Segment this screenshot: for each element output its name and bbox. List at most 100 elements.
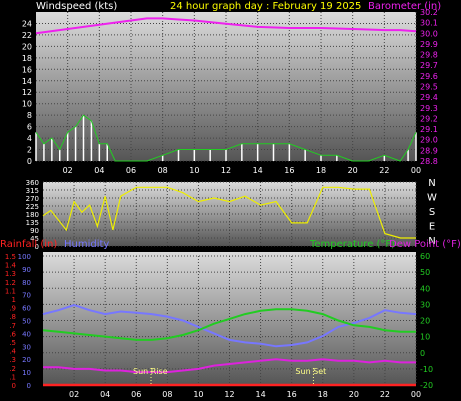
time-tick-label: 22 [379, 166, 389, 175]
time-tick-label: 10 [189, 166, 199, 175]
barometer-tick-label: 30.0 [420, 29, 438, 38]
rainfall-tick-label: .8 [9, 313, 16, 321]
humidity-tick-label: 30 [22, 343, 31, 351]
time-tick-label: 08 [158, 166, 168, 175]
barometer-tick-label: 29.3 [420, 104, 438, 113]
windspeed-tick-label: 16 [22, 65, 32, 74]
rainfall-tick-label: 1 [12, 296, 16, 304]
barometer-tick-label: 29.2 [420, 114, 438, 123]
time-tick-label: 16 [287, 390, 297, 399]
rainfall-tick-label: .3 [9, 356, 16, 364]
graph-title: 24 hour graph day : February 19 2025 [170, 1, 361, 12]
rainfall-tick-label: 0 [12, 382, 16, 390]
compass-label: W [427, 193, 437, 204]
rainfall-tick-label: 1.2 [5, 279, 16, 287]
time-tick-label: 08 [162, 390, 172, 399]
temperature-tick-label: 20 [420, 317, 430, 326]
time-tick-label: 04 [94, 166, 104, 175]
windspeed-tick-label: 20 [22, 42, 32, 51]
direction-tick-label: 225 [26, 203, 39, 211]
barometer-tick-label: 29.7 [420, 61, 438, 70]
rainfall-tick-label: 1.1 [5, 287, 16, 295]
windspeed-ticks: 024681012141618202224 [22, 19, 32, 166]
windspeed-tick-label: 10 [22, 100, 32, 109]
time-tick-label: 20 [348, 166, 358, 175]
barometer-tick-label: 29.8 [420, 51, 438, 60]
temperature-tick-label: 40 [420, 284, 430, 293]
barometer-tick-label: 28.9 [420, 146, 438, 155]
dewpoint-axis-label: Dew Point (°F) [389, 239, 461, 250]
time-tick-label: 18 [318, 390, 328, 399]
rainfall-tick-label: .5 [9, 339, 16, 347]
time-tick-label: 06 [126, 166, 136, 175]
direction-tick-label: 135 [26, 219, 39, 227]
direction-tick-label: 180 [26, 211, 39, 219]
time-tick-label: 12 [221, 166, 231, 175]
temperature-tick-label: -10 [420, 365, 433, 374]
rainfall-tick-label: 1.4 [5, 262, 17, 270]
barometer-tick-label: 28.8 [420, 157, 438, 166]
time-tick-label: 00 [411, 166, 421, 175]
wind-barometer-panel: 024681012141618202224 28.828.929.029.129… [22, 8, 438, 175]
time-tick-label: 22 [380, 390, 390, 399]
humidity-tick-label: 20 [22, 356, 31, 364]
weather-graph-screen: Windspeed (kts) 24 hour graph day : Febr… [0, 0, 461, 401]
rainfall-axis-label: Rainfall (in) [0, 239, 57, 250]
time-tick-label: 14 [253, 166, 263, 175]
time-tick-label: 02 [69, 390, 79, 399]
humidity-tick-label: 80 [22, 279, 31, 287]
time-tick-label: 06 [131, 390, 141, 399]
windspeed-tick-label: 2 [27, 146, 32, 155]
humidity-tick-label: 0 [27, 382, 31, 390]
temperature-tick-label: 60 [420, 252, 430, 261]
temperature-tick-label: -20 [420, 381, 433, 390]
compass-labels: NWSEN [427, 178, 437, 247]
time-tick-label: 16 [284, 166, 294, 175]
rainfall-tick-label: .7 [9, 322, 16, 330]
temperature-tick-label: 30 [420, 300, 430, 309]
weather-chart: Windspeed (kts) 24 hour graph day : Febr… [0, 1, 461, 399]
humidity-tick-label: 10 [22, 369, 31, 377]
rainfall-tick-label: 1.5 [5, 253, 16, 261]
time-tick-label: 10 [193, 390, 203, 399]
direction-tick-label: 315 [26, 187, 39, 195]
temperature-tick-label: 10 [420, 333, 430, 342]
barometer-tick-label: 29.1 [420, 125, 438, 134]
time-tick-label: 00 [411, 390, 421, 399]
barometer-tick-label: 29.0 [420, 136, 438, 145]
barometer-tick-label: 29.9 [420, 40, 438, 49]
time-tick-label: 12 [224, 390, 234, 399]
rainfall-tick-label: .1 [9, 373, 16, 381]
windspeed-tick-label: 12 [22, 88, 32, 97]
compass-label: N [428, 178, 435, 189]
windspeed-tick-label: 4 [27, 134, 32, 143]
time-tick-label: 20 [349, 390, 359, 399]
windspeed-tick-label: 24 [22, 19, 32, 28]
windspeed-tick-label: 8 [27, 111, 32, 120]
humidity-axis-label: Humidity [64, 239, 109, 250]
windspeed-axis-label: Windspeed (kts) [36, 1, 117, 12]
barometer-tick-label: 29.4 [420, 93, 438, 102]
barometer-tick-label: 30.2 [420, 8, 438, 17]
time-tick-label: 14 [255, 390, 265, 399]
humidity-tick-label: 100 [18, 253, 31, 261]
rainfall-tick-label: .2 [9, 365, 16, 373]
temperature-tick-label: 0 [420, 349, 425, 358]
sunrise-label: Sun Rise [133, 367, 168, 376]
rainfall-tick-label: .9 [9, 305, 16, 313]
temperature-tick-label: 50 [420, 268, 430, 277]
direction-tick-label: 270 [26, 195, 39, 203]
rainfall-tick-label: .6 [9, 330, 16, 338]
humidity-ticks: 0 10 20 30 40 50 60 70 80 90 100 [18, 253, 31, 390]
barometer-tick-label: 29.5 [420, 83, 438, 92]
windspeed-tick-label: 22 [22, 31, 32, 40]
temperature-axis-label: Temperature (°F) [309, 239, 395, 250]
time-tick-label: 18 [316, 166, 326, 175]
temperature-humidity-panel: 0.1.2.3.4.5.6.7.8.911.11.21.31.41.5 0102… [5, 252, 433, 399]
direction-tick-label: 360 [26, 179, 39, 187]
compass-label: E [429, 222, 435, 233]
time-tick-label: 04 [100, 390, 110, 399]
barometer-tick-label: 29.6 [420, 72, 438, 81]
time-ticks-bottom: 02 04 06 08 10 12 14 16 18 20 22 00 [69, 390, 421, 399]
humidity-tick-label: 40 [22, 330, 31, 338]
